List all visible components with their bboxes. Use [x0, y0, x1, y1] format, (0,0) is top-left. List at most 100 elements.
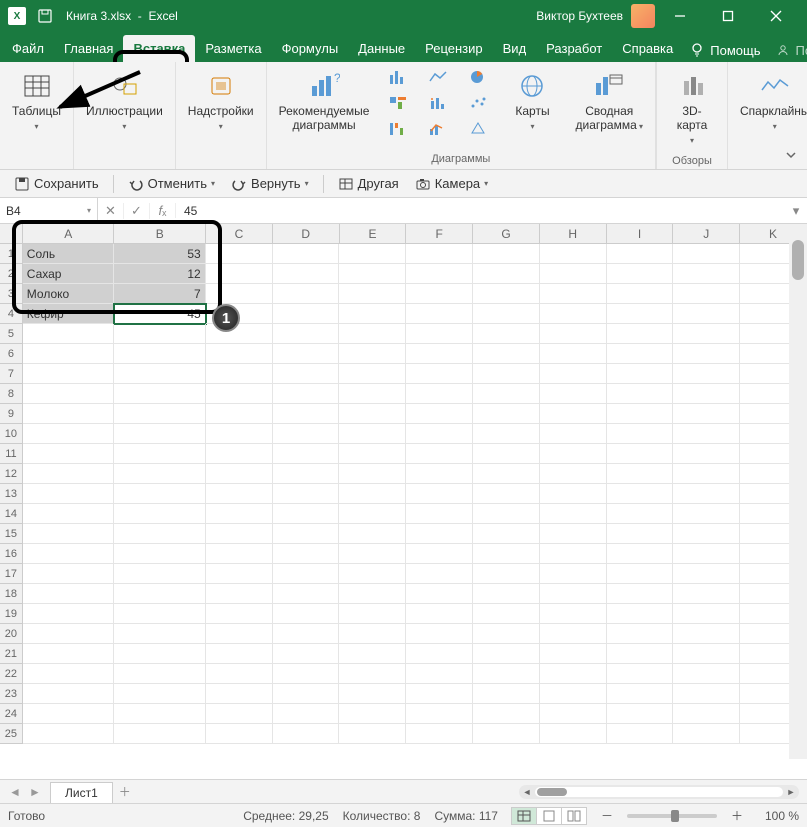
- view-page-break-button[interactable]: [561, 807, 587, 825]
- cell[interactable]: [114, 524, 205, 544]
- cell[interactable]: [114, 544, 205, 564]
- cell[interactable]: [23, 704, 114, 724]
- cell[interactable]: [607, 644, 674, 664]
- cell[interactable]: [206, 384, 273, 404]
- cell[interactable]: [540, 644, 607, 664]
- line-chart-button[interactable]: [423, 66, 453, 88]
- cell[interactable]: [540, 484, 607, 504]
- cell[interactable]: [206, 704, 273, 724]
- cell[interactable]: [273, 364, 340, 384]
- cell[interactable]: [540, 364, 607, 384]
- cell[interactable]: [339, 344, 406, 364]
- cell[interactable]: [673, 264, 740, 284]
- cell[interactable]: [607, 424, 674, 444]
- cell[interactable]: [339, 464, 406, 484]
- row-header[interactable]: 25: [0, 724, 23, 744]
- cell[interactable]: [114, 724, 205, 744]
- row-header[interactable]: 4: [0, 304, 23, 324]
- column-header[interactable]: F: [406, 224, 473, 243]
- cell[interactable]: [540, 304, 607, 324]
- column-header[interactable]: J: [673, 224, 740, 243]
- cell[interactable]: [473, 304, 540, 324]
- cell[interactable]: [473, 664, 540, 684]
- cell[interactable]: [273, 484, 340, 504]
- ribbon-tab-5[interactable]: Данные: [348, 35, 415, 62]
- cell[interactable]: [673, 464, 740, 484]
- statistic-chart-button[interactable]: [423, 92, 453, 114]
- cell[interactable]: [607, 664, 674, 684]
- cell[interactable]: [206, 244, 273, 264]
- row-header[interactable]: 14: [0, 504, 23, 524]
- recommended-charts-button[interactable]: ? Рекомендуемые диаграммы: [273, 66, 376, 136]
- cell[interactable]: [339, 424, 406, 444]
- cell[interactable]: [114, 644, 205, 664]
- sheet-nav-prev[interactable]: ◄: [6, 783, 24, 801]
- cell[interactable]: [206, 364, 273, 384]
- redo-button[interactable]: Вернуть ▾: [225, 174, 315, 194]
- cell[interactable]: [406, 544, 473, 564]
- cell[interactable]: [607, 704, 674, 724]
- cell[interactable]: [607, 684, 674, 704]
- cell[interactable]: [273, 644, 340, 664]
- cell[interactable]: [540, 724, 607, 744]
- collapse-ribbon-button[interactable]: [781, 145, 801, 165]
- cell[interactable]: [673, 344, 740, 364]
- cell[interactable]: [23, 684, 114, 704]
- cell[interactable]: [114, 564, 205, 584]
- ribbon-tab-9[interactable]: Справка: [612, 35, 683, 62]
- cell[interactable]: 7: [114, 284, 205, 304]
- maximize-button[interactable]: [705, 0, 751, 32]
- cell[interactable]: [473, 604, 540, 624]
- cell[interactable]: [114, 344, 205, 364]
- cell[interactable]: [23, 424, 114, 444]
- cell[interactable]: [673, 504, 740, 524]
- cell[interactable]: [540, 704, 607, 724]
- cell[interactable]: [406, 304, 473, 324]
- cell[interactable]: 45: [114, 304, 205, 324]
- cell[interactable]: [114, 684, 205, 704]
- cell[interactable]: [406, 684, 473, 704]
- column-header[interactable]: E: [340, 224, 407, 243]
- row-header[interactable]: 9: [0, 404, 23, 424]
- cell[interactable]: [607, 564, 674, 584]
- expand-formula-bar[interactable]: ▾: [785, 198, 807, 223]
- cell[interactable]: [273, 464, 340, 484]
- column-header[interactable]: I: [607, 224, 674, 243]
- cell[interactable]: [673, 684, 740, 704]
- cell[interactable]: [339, 524, 406, 544]
- cell[interactable]: [540, 344, 607, 364]
- view-page-layout-button[interactable]: [536, 807, 562, 825]
- illustrations-button[interactable]: Иллюстрации▾: [80, 66, 169, 138]
- cell[interactable]: [273, 624, 340, 644]
- cell[interactable]: [473, 264, 540, 284]
- cell[interactable]: [23, 504, 114, 524]
- cell[interactable]: [206, 664, 273, 684]
- formula-input[interactable]: 45: [176, 198, 785, 223]
- cell[interactable]: [273, 424, 340, 444]
- zoom-slider[interactable]: [627, 814, 717, 818]
- tables-button[interactable]: Таблицы▾: [6, 66, 67, 138]
- cell[interactable]: [206, 324, 273, 344]
- cell[interactable]: [540, 464, 607, 484]
- cell[interactable]: [540, 424, 607, 444]
- row-header[interactable]: 11: [0, 444, 23, 464]
- row-header[interactable]: 24: [0, 704, 23, 724]
- cell[interactable]: [206, 604, 273, 624]
- cell[interactable]: [673, 584, 740, 604]
- cell[interactable]: [607, 264, 674, 284]
- row-header[interactable]: 18: [0, 584, 23, 604]
- cell[interactable]: [114, 444, 205, 464]
- cell[interactable]: [339, 404, 406, 424]
- cell[interactable]: [339, 704, 406, 724]
- cell[interactable]: [406, 364, 473, 384]
- cell[interactable]: [23, 324, 114, 344]
- cell[interactable]: [540, 564, 607, 584]
- cell[interactable]: [339, 584, 406, 604]
- cell[interactable]: [114, 384, 205, 404]
- cell[interactable]: [406, 704, 473, 724]
- cell[interactable]: [273, 284, 340, 304]
- ribbon-tab-2[interactable]: Вставка: [123, 35, 195, 62]
- row-header[interactable]: 17: [0, 564, 23, 584]
- cell[interactable]: [23, 544, 114, 564]
- cell[interactable]: [114, 484, 205, 504]
